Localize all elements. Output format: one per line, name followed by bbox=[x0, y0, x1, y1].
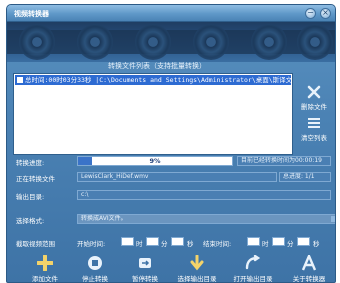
file-list-caption: 转换文件列表（支持批量转换） bbox=[108, 62, 206, 70]
film-reel-icon bbox=[193, 24, 229, 60]
start-hour-input[interactable] bbox=[121, 237, 134, 246]
chevron-down-icon[interactable] bbox=[331, 216, 335, 222]
file-checkbox[interactable] bbox=[17, 77, 23, 83]
start-second-unit: 秒 bbox=[187, 240, 194, 248]
app-window: 视频转换器 − × 转换文件列表（支持批量转换） 总时间:00时03分33秒 |… bbox=[6, 4, 336, 283]
total-progress: 总进度: 1/1 bbox=[279, 172, 331, 182]
choose-output-button[interactable]: 选择输出目录 bbox=[173, 255, 221, 283]
about-label: 关于转换器 bbox=[292, 275, 326, 283]
delete-file-label: 删除文件 bbox=[301, 103, 327, 111]
start-second-input[interactable] bbox=[171, 237, 184, 246]
current-file-label: 正在转换文件 bbox=[16, 175, 55, 183]
film-reel-icon bbox=[135, 24, 171, 60]
pause-convert-button[interactable]: 暂停转换 bbox=[121, 255, 169, 283]
title-bar[interactable]: 视频转换器 − × bbox=[7, 5, 335, 22]
delete-file-button[interactable]: 删除文件 bbox=[299, 85, 329, 111]
pause-convert-label: 暂停转换 bbox=[132, 275, 158, 283]
add-file-label: 添加文件 bbox=[32, 275, 58, 283]
about-button[interactable]: 关于转换器 bbox=[285, 255, 333, 283]
end-minute-input[interactable] bbox=[272, 237, 285, 246]
format-select[interactable]: 转换成AVI文件。 bbox=[77, 214, 335, 224]
arrow-down-icon bbox=[190, 255, 204, 271]
start-minute-unit: 分 bbox=[161, 240, 168, 248]
list-item-text: 总时间:00时03分33秒 |C:\Documents and Settings… bbox=[25, 76, 291, 84]
format-label: 选择格式: bbox=[16, 217, 45, 225]
film-reel-icon bbox=[77, 24, 113, 60]
film-reel-icon bbox=[297, 24, 333, 60]
delete-icon bbox=[307, 85, 321, 99]
stop-icon bbox=[88, 256, 102, 270]
range-label: 截取视频范围 bbox=[16, 240, 55, 248]
clear-list-label: 清空列表 bbox=[301, 134, 327, 142]
current-file-field: LewisClark_HiDef.wmv bbox=[77, 172, 277, 182]
letter-a-icon bbox=[301, 255, 317, 271]
minimize-button[interactable]: − bbox=[305, 8, 316, 19]
close-button[interactable]: × bbox=[320, 8, 331, 19]
end-second-unit: 秒 bbox=[313, 240, 320, 248]
end-hour-input[interactable] bbox=[247, 237, 260, 246]
start-minute-input[interactable] bbox=[146, 237, 159, 246]
file-list[interactable]: 总时间:00时03分33秒 |C:\Documents and Settings… bbox=[13, 73, 293, 155]
output-dir-field[interactable]: c:\ bbox=[77, 190, 331, 200]
film-reel-icon bbox=[19, 24, 55, 60]
list-item[interactable]: 总时间:00时03分33秒 |C:\Documents and Settings… bbox=[15, 75, 291, 85]
start-time-label: 开始时间: bbox=[77, 240, 106, 248]
format-select-value: 转换成AVI文件。 bbox=[81, 215, 127, 222]
stop-convert-button[interactable]: 停止转换 bbox=[71, 255, 119, 283]
stop-convert-label: 停止转换 bbox=[82, 275, 108, 283]
film-reel-icon bbox=[251, 24, 287, 60]
clear-list-button[interactable]: 清空列表 bbox=[299, 116, 329, 142]
elapsed-time: 目前已经转换时间为00:00:19 bbox=[237, 156, 331, 166]
output-dir-label: 输出目录: bbox=[16, 193, 45, 201]
start-hour-unit: 时 bbox=[136, 240, 143, 248]
progress-bar: 9% bbox=[77, 156, 233, 166]
open-output-label: 打开输出目录 bbox=[233, 275, 273, 283]
film-banner bbox=[7, 22, 335, 62]
add-file-button[interactable]: 添加文件 bbox=[21, 255, 69, 283]
window-title: 视频转换器 bbox=[14, 10, 49, 18]
progress-percent: 9% bbox=[149, 157, 161, 165]
end-hour-unit: 时 bbox=[262, 240, 269, 248]
end-time-label: 结束时间: bbox=[203, 240, 232, 248]
open-folder-icon bbox=[245, 255, 261, 270]
end-minute-unit: 分 bbox=[287, 240, 294, 248]
list-icon bbox=[308, 118, 320, 128]
open-output-button[interactable]: 打开输出目录 bbox=[229, 255, 277, 283]
plus-icon bbox=[37, 255, 53, 271]
end-second-input[interactable] bbox=[297, 237, 310, 246]
progress-label: 转换进度: bbox=[16, 159, 45, 167]
choose-output-label: 选择输出目录 bbox=[177, 275, 217, 283]
convert-icon bbox=[139, 258, 151, 268]
